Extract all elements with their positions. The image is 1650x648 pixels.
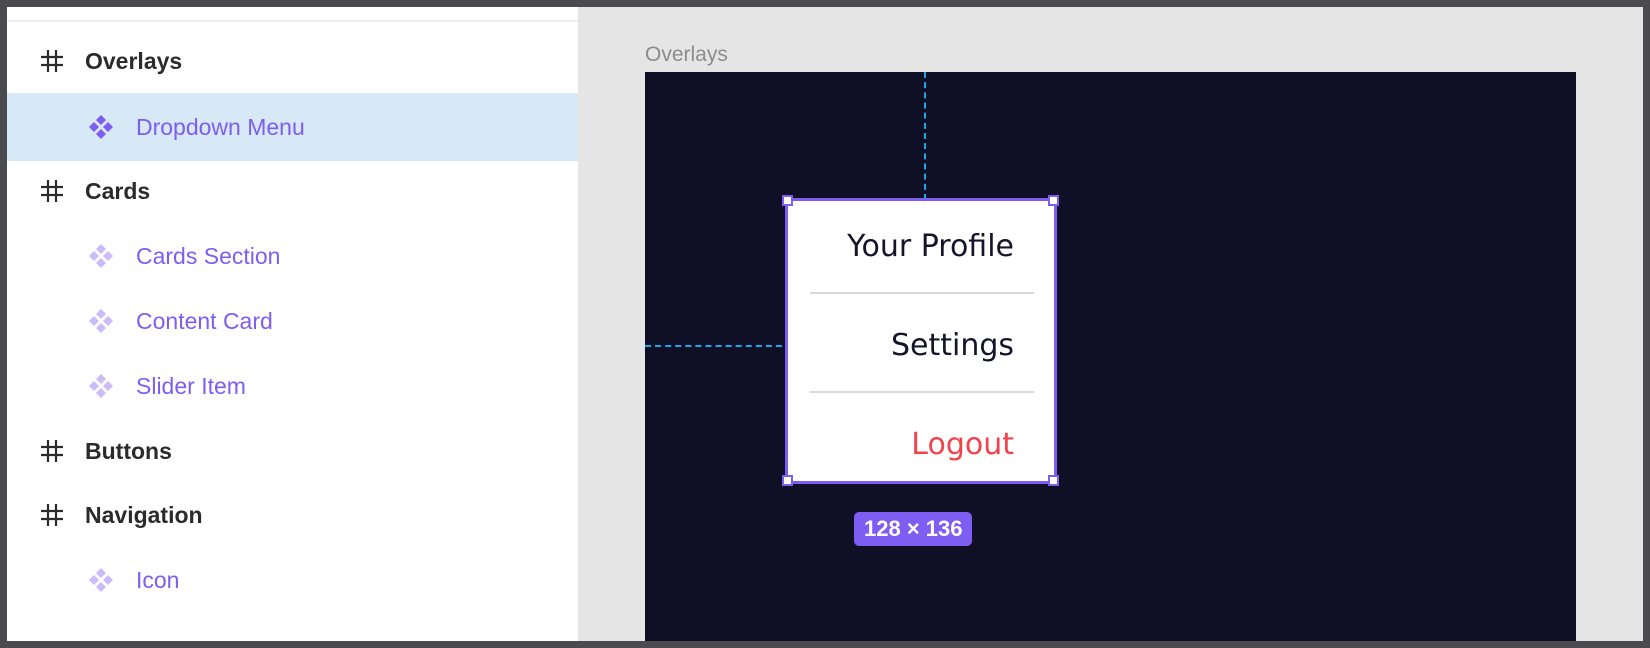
frame-hash-icon bbox=[41, 180, 63, 202]
component-icon bbox=[89, 309, 113, 333]
layer-frame-cards[interactable]: Cards bbox=[7, 157, 578, 225]
spacing-guide-horizontal bbox=[645, 345, 782, 347]
frame-hash-icon bbox=[41, 50, 63, 72]
resize-handle-bottom-right[interactable] bbox=[1048, 475, 1059, 486]
layer-component-icon[interactable]: Icon bbox=[7, 546, 578, 614]
design-app-window: Overlays Dropdown Menu Cards Cards Secti… bbox=[7, 7, 1643, 641]
component-icon bbox=[89, 115, 113, 139]
menu-item-logout[interactable]: Logout bbox=[911, 427, 1014, 462]
frame-title[interactable]: Overlays bbox=[645, 43, 728, 67]
layer-label: Slider Item bbox=[136, 372, 246, 399]
layer-label: Content Card bbox=[136, 307, 273, 334]
menu-item-your-profile[interactable]: Your Profile bbox=[847, 229, 1014, 264]
layer-component-slider-item[interactable]: Slider Item bbox=[7, 352, 578, 420]
component-icon bbox=[89, 244, 113, 268]
layer-label: Icon bbox=[136, 566, 180, 593]
design-canvas[interactable]: Overlays Your Profile Settings Logout 12… bbox=[578, 7, 1643, 641]
artboard-overlays[interactable]: Your Profile Settings Logout 128 × 136 bbox=[645, 72, 1576, 641]
component-icon bbox=[89, 568, 113, 592]
layers-panel-top-divider bbox=[7, 7, 578, 22]
dropdown-menu-component[interactable]: Your Profile Settings Logout bbox=[785, 198, 1057, 484]
resize-handle-bottom-left[interactable] bbox=[782, 475, 793, 486]
layer-frame-navigation[interactable]: Navigation bbox=[7, 481, 578, 549]
menu-item-settings[interactable]: Settings bbox=[891, 328, 1014, 363]
layer-label: Dropdown Menu bbox=[136, 113, 305, 140]
layer-label: Cards bbox=[85, 177, 151, 204]
component-icon bbox=[89, 374, 113, 398]
frame-hash-icon bbox=[41, 440, 63, 462]
layer-label: Buttons bbox=[85, 437, 172, 464]
menu-divider bbox=[810, 391, 1034, 393]
layer-label: Overlays bbox=[85, 47, 183, 74]
selection-size-badge: 128 × 136 bbox=[854, 512, 973, 546]
layer-label: Navigation bbox=[85, 501, 203, 528]
layer-component-dropdown-menu[interactable]: Dropdown Menu bbox=[7, 93, 578, 161]
layer-label: Cards Section bbox=[136, 242, 281, 269]
resize-handle-top-left[interactable] bbox=[782, 195, 793, 206]
layer-component-content-card[interactable]: Content Card bbox=[7, 287, 578, 355]
layer-frame-buttons[interactable]: Buttons bbox=[7, 417, 578, 485]
spacing-guide-vertical bbox=[924, 72, 926, 200]
layers-panel: Overlays Dropdown Menu Cards Cards Secti… bbox=[7, 7, 578, 641]
frame-hash-icon bbox=[41, 504, 63, 526]
layer-component-cards-section[interactable]: Cards Section bbox=[7, 222, 578, 290]
layer-frame-overlays[interactable]: Overlays bbox=[7, 27, 578, 95]
menu-divider bbox=[810, 292, 1034, 294]
resize-handle-top-right[interactable] bbox=[1048, 195, 1059, 206]
